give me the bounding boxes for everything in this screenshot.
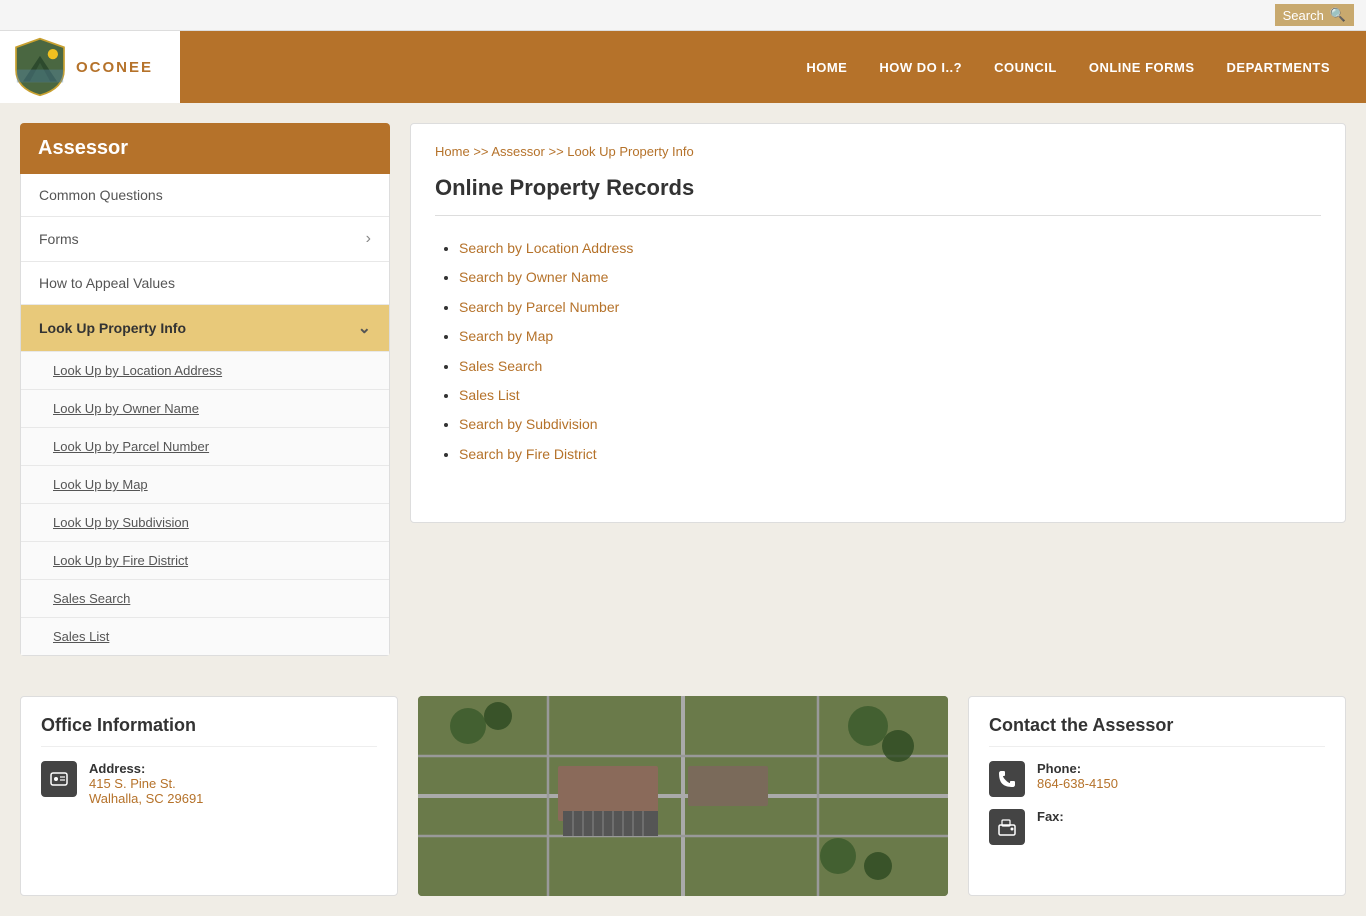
nav-online-forms[interactable]: ONLINE FORMS xyxy=(1073,40,1211,95)
contact-card: Contact the Assessor Phone: 864-638-4150… xyxy=(968,696,1346,896)
phone-label: Phone: xyxy=(1037,761,1118,776)
sidebar-menu: Common Questions Forms › How to Appeal V… xyxy=(20,174,390,656)
nav-departments[interactable]: DEPARTMENTS xyxy=(1211,40,1346,95)
chevron-right-icon: › xyxy=(366,230,371,248)
office-info-card: Office Information Address: 415 S. Pine … xyxy=(20,696,398,896)
list-item: Search by Location Address xyxy=(459,234,1321,263)
link-map[interactable]: Search by Map xyxy=(459,328,553,344)
link-location[interactable]: Search by Location Address xyxy=(459,240,633,256)
sidebar-item-appeal-values[interactable]: How to Appeal Values xyxy=(21,262,389,305)
fax-label: Fax: xyxy=(1037,809,1064,824)
nav-home[interactable]: HOME xyxy=(790,40,863,95)
nav-how[interactable]: HOW DO I..? xyxy=(863,40,978,95)
list-item: Search by Owner Name xyxy=(459,263,1321,292)
list-item: Search by Parcel Number xyxy=(459,293,1321,322)
sidebar-item-forms[interactable]: Forms › xyxy=(21,217,389,262)
sidebar-item-lookup-fire[interactable]: Look Up by Fire District xyxy=(21,542,389,580)
fax-row: Fax: xyxy=(989,809,1325,845)
search-box[interactable]: Search 🔍 xyxy=(1275,4,1354,26)
main-nav: HOME HOW DO I..? COUNCIL ONLINE FORMS DE… xyxy=(180,40,1366,95)
header: OCONEE HOME HOW DO I..? COUNCIL ONLINE F… xyxy=(0,31,1366,103)
link-subdivision[interactable]: Search by Subdivision xyxy=(459,416,598,432)
list-item: Search by Map xyxy=(459,322,1321,351)
sidebar-item-common-questions[interactable]: Common Questions xyxy=(21,174,389,217)
address-icon xyxy=(41,761,77,797)
logo-icon xyxy=(10,37,70,97)
phone-row: Phone: 864-638-4150 xyxy=(989,761,1325,797)
search-label: Search xyxy=(1283,8,1324,23)
content-title: Online Property Records xyxy=(435,175,1321,216)
link-fire-district[interactable]: Search by Fire District xyxy=(459,446,597,462)
sidebar-item-lookup-parcel[interactable]: Look Up by Parcel Number xyxy=(21,428,389,466)
sidebar-item-lookup-property[interactable]: Look Up Property Info ⌄ xyxy=(21,305,389,352)
address-line1: 415 S. Pine St. xyxy=(89,776,203,791)
list-item: Sales Search xyxy=(459,352,1321,381)
breadcrumb-current: Look Up Property Info xyxy=(567,144,693,159)
main-container: Assessor Common Questions Forms › How to… xyxy=(0,103,1366,656)
address-label: Address: xyxy=(89,761,203,776)
chevron-down-icon: ⌄ xyxy=(358,318,371,338)
list-item: Search by Subdivision xyxy=(459,410,1321,439)
list-item: Sales List xyxy=(459,381,1321,410)
contact-title: Contact the Assessor xyxy=(989,715,1325,747)
sidebar-item-lookup-subdivision[interactable]: Look Up by Subdivision xyxy=(21,504,389,542)
sidebar-item-lookup-map[interactable]: Look Up by Map xyxy=(21,466,389,504)
office-info-title: Office Information xyxy=(41,715,377,747)
map-image xyxy=(418,696,948,896)
breadcrumb-assessor[interactable]: Assessor xyxy=(491,144,544,159)
sidebar-item-sales-search[interactable]: Sales Search xyxy=(21,580,389,618)
phone-icon xyxy=(989,761,1025,797)
sidebar-item-sales-list[interactable]: Sales List xyxy=(21,618,389,655)
link-sales-search[interactable]: Sales Search xyxy=(459,358,542,374)
sidebar: Assessor Common Questions Forms › How to… xyxy=(20,123,390,656)
logo-area: OCONEE xyxy=(0,31,180,103)
phone-value: 864-638-4150 xyxy=(1037,776,1118,791)
breadcrumb-home[interactable]: Home xyxy=(435,144,470,159)
top-bar: Search 🔍 xyxy=(0,0,1366,31)
content-area: Home >> Assessor >> Look Up Property Inf… xyxy=(410,123,1346,523)
breadcrumb: Home >> Assessor >> Look Up Property Inf… xyxy=(435,144,1321,159)
phone-info: Phone: 864-638-4150 xyxy=(1037,761,1118,791)
link-owner[interactable]: Search by Owner Name xyxy=(459,269,608,285)
logo-text: OCONEE xyxy=(76,59,153,76)
content-list: Search by Location Address Search by Own… xyxy=(435,234,1321,469)
search-icon: 🔍 xyxy=(1330,7,1346,23)
list-item: Search by Fire District xyxy=(459,440,1321,469)
fax-icon xyxy=(989,809,1025,845)
sidebar-item-lookup-location[interactable]: Look Up by Location Address xyxy=(21,352,389,390)
link-sales-list[interactable]: Sales List xyxy=(459,387,520,403)
link-parcel[interactable]: Search by Parcel Number xyxy=(459,299,619,315)
nav-council[interactable]: COUNCIL xyxy=(978,40,1073,95)
sidebar-item-lookup-owner[interactable]: Look Up by Owner Name xyxy=(21,390,389,428)
fax-info: Fax: xyxy=(1037,809,1064,824)
sidebar-title: Assessor xyxy=(20,123,390,174)
address-line2: Walhalla, SC 29691 xyxy=(89,791,203,806)
footer-section: Office Information Address: 415 S. Pine … xyxy=(0,676,1366,916)
